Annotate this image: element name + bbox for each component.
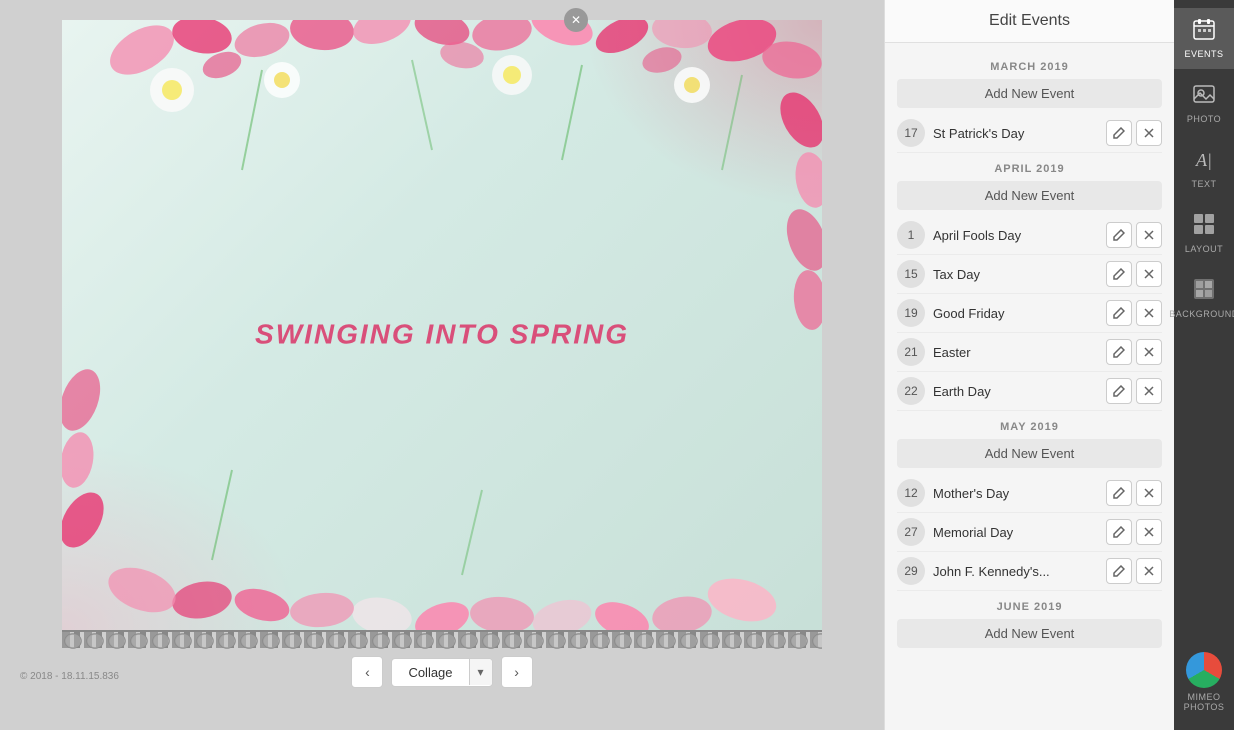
photo-icon xyxy=(1193,83,1215,110)
event-delete-button[interactable] xyxy=(1136,300,1162,326)
event-name: Mother's Day xyxy=(933,486,1098,501)
mimeo-logo: mimeo Photos xyxy=(1180,642,1229,722)
event-edit-button[interactable] xyxy=(1106,300,1132,326)
layout-selector[interactable]: Collage ▾ xyxy=(391,658,492,687)
background-icon xyxy=(1193,278,1215,305)
event-row: 17 St Patrick's Day xyxy=(897,114,1162,153)
event-actions xyxy=(1106,300,1162,326)
event-actions xyxy=(1106,480,1162,506)
event-day: 21 xyxy=(897,338,925,366)
event-delete-button[interactable] xyxy=(1136,222,1162,248)
event-edit-button[interactable] xyxy=(1106,261,1132,287)
sidebar-item-layout[interactable]: LAYOUT xyxy=(1174,203,1234,264)
sidebar-item-photo[interactable]: PHOTO xyxy=(1174,73,1234,134)
event-day: 22 xyxy=(897,377,925,405)
spiral-svg xyxy=(62,632,822,650)
event-name: Tax Day xyxy=(933,267,1098,282)
events-label: EVENTS xyxy=(1184,49,1223,59)
photo-label: PHOTO xyxy=(1187,114,1221,124)
event-name: April Fools Day xyxy=(933,228,1098,243)
bottom-navigation: ‹ Collage ▾ › xyxy=(20,648,864,696)
add-event-button-may-2019[interactable]: Add New Event xyxy=(897,439,1162,468)
mimeo-logo-subtext: Photos xyxy=(1184,702,1225,712)
svg-text:A|: A| xyxy=(1195,150,1212,170)
event-delete-button[interactable] xyxy=(1136,120,1162,146)
event-row: 15 Tax Day xyxy=(897,255,1162,294)
prev-button[interactable]: ‹ xyxy=(351,656,383,688)
event-delete-button[interactable] xyxy=(1136,261,1162,287)
event-delete-button[interactable] xyxy=(1136,519,1162,545)
panel-title: Edit Events xyxy=(885,0,1174,43)
calendar-page: Swinging into Spring xyxy=(62,20,822,630)
event-day: 12 xyxy=(897,479,925,507)
event-edit-button[interactable] xyxy=(1106,558,1132,584)
event-edit-button[interactable] xyxy=(1106,222,1132,248)
events-list: MARCH 2019 Add New Event 17 St Patrick's Da… xyxy=(885,43,1174,730)
layout-label: LAYOUT xyxy=(1185,244,1223,254)
event-day: 17 xyxy=(897,119,925,147)
event-actions xyxy=(1106,558,1162,584)
event-actions xyxy=(1106,339,1162,365)
event-row: 1 April Fools Day xyxy=(897,216,1162,255)
event-day: 19 xyxy=(897,299,925,327)
event-row: 29 John F. Kennedy's... xyxy=(897,552,1162,591)
event-actions xyxy=(1106,261,1162,287)
layout-label: Collage xyxy=(392,659,468,686)
event-name: Easter xyxy=(933,345,1098,360)
event-edit-button[interactable] xyxy=(1106,480,1132,506)
month-header-april-2019: APRIL 2019 xyxy=(897,163,1162,175)
event-name: John F. Kennedy's... xyxy=(933,564,1098,579)
month-header-march-2019: MARCH 2019 xyxy=(897,61,1162,73)
layout-dropdown-arrow[interactable]: ▾ xyxy=(469,659,492,685)
event-row: 12 Mother's Day xyxy=(897,474,1162,513)
spiral-binding xyxy=(62,630,822,648)
sidebar-item-events[interactable]: EVENTS xyxy=(1174,8,1234,69)
event-delete-button[interactable] xyxy=(1136,480,1162,506)
event-row: 22 Earth Day xyxy=(897,372,1162,411)
event-name: St Patrick's Day xyxy=(933,126,1098,141)
event-day: 27 xyxy=(897,518,925,546)
event-actions xyxy=(1106,519,1162,545)
event-edit-button[interactable] xyxy=(1106,519,1132,545)
layout-icon xyxy=(1193,213,1215,240)
event-row: 19 Good Friday xyxy=(897,294,1162,333)
event-delete-button[interactable] xyxy=(1136,558,1162,584)
icon-sidebar: EVENTS PHOTO A| TEXT LAY xyxy=(1174,0,1234,730)
background-label: BACKGROUND xyxy=(1169,309,1234,319)
event-delete-button[interactable] xyxy=(1136,339,1162,365)
event-row: 21 Easter xyxy=(897,333,1162,372)
sidebar-item-text[interactable]: A| TEXT xyxy=(1174,138,1234,199)
event-actions xyxy=(1106,120,1162,146)
event-actions xyxy=(1106,378,1162,404)
event-actions xyxy=(1106,222,1162,248)
event-name: Memorial Day xyxy=(933,525,1098,540)
add-event-button-march-2019[interactable]: Add New Event xyxy=(897,79,1162,108)
sidebar-item-background[interactable]: BACKGROUND xyxy=(1174,268,1234,329)
event-name: Earth Day xyxy=(933,384,1098,399)
edit-events-panel: Edit Events MARCH 2019 Add New Event 17 St … xyxy=(884,0,1174,730)
mimeo-logo-circle xyxy=(1186,652,1222,688)
add-event-button-april-2019[interactable]: Add New Event xyxy=(897,181,1162,210)
text-icon: A| xyxy=(1193,148,1215,175)
month-header-may-2019: MAY 2019 xyxy=(897,421,1162,433)
event-edit-button[interactable] xyxy=(1106,378,1132,404)
event-day: 15 xyxy=(897,260,925,288)
calendar-icon xyxy=(1193,18,1215,45)
canvas-area: ✕ xyxy=(0,0,884,730)
text-label: TEXT xyxy=(1191,179,1216,189)
event-edit-button[interactable] xyxy=(1106,120,1132,146)
calendar-title: Swinging into Spring xyxy=(255,319,629,351)
month-header-june-2019: JUNE 2019 xyxy=(897,601,1162,613)
mimeo-logo-text: mimeo xyxy=(1188,692,1221,702)
next-button[interactable]: › xyxy=(501,656,533,688)
event-delete-button[interactable] xyxy=(1136,378,1162,404)
add-event-button-june-2019[interactable]: Add New Event xyxy=(897,619,1162,648)
copyright-text: © 2018 - 18.11.15.836 xyxy=(20,671,119,682)
close-button[interactable]: ✕ xyxy=(564,8,588,32)
event-day: 29 xyxy=(897,557,925,585)
event-name: Good Friday xyxy=(933,306,1098,321)
event-day: 1 xyxy=(897,221,925,249)
event-edit-button[interactable] xyxy=(1106,339,1132,365)
event-row: 27 Memorial Day xyxy=(897,513,1162,552)
